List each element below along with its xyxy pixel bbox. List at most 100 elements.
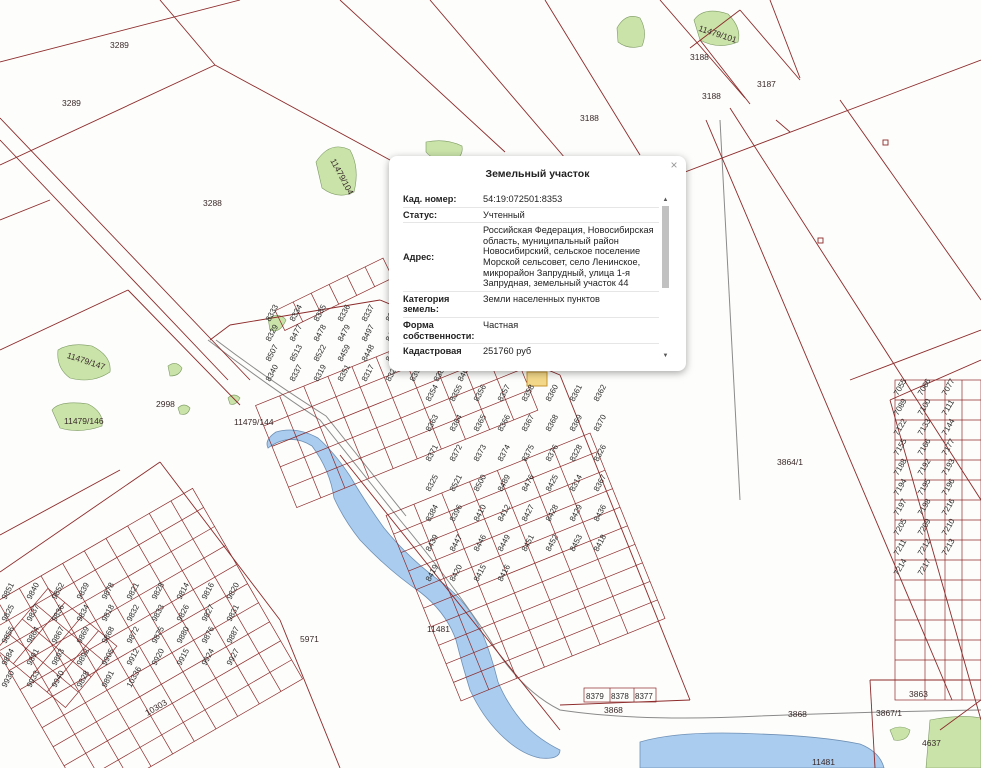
parcel-number-label: 8420: [448, 563, 465, 583]
parcel-number-label: 8371: [424, 443, 441, 463]
property-row-cadastral-number: Кад. номер: 54:19:072501:8353: [403, 192, 659, 208]
popup-scrollbar[interactable]: ▲ ▼: [661, 196, 670, 360]
close-icon[interactable]: ×: [668, 158, 680, 172]
parcel-number-label: 9825: [0, 603, 16, 623]
parcel-number-label: 8489: [496, 473, 513, 493]
parcel-number-label: 8355: [448, 383, 465, 403]
parcel-number-label: 8415: [472, 563, 489, 583]
parcel-number-label: 8337: [360, 303, 377, 323]
property-row-land-category: Категория земель: Земли населенных пункт…: [403, 292, 659, 318]
parcel-number-label: 9856: [0, 625, 16, 645]
parcel-number-label: 9826: [175, 603, 192, 623]
property-key: Кадастровая стоимость:: [403, 346, 462, 360]
parcel-number-label: 8428: [544, 503, 561, 523]
property-value: Российская Федерация, Новосибирская обла…: [483, 225, 654, 289]
parcel-label-8377: 8377: [635, 692, 653, 701]
parcel-label-3868: 3868: [788, 709, 807, 719]
parcel-number-label: 8336: [336, 303, 353, 323]
scroll-down-icon[interactable]: ▼: [661, 352, 670, 360]
parcel-number-label: 8410: [472, 503, 489, 523]
parcel-number-label: 8357: [496, 383, 513, 403]
parcel-label-3288: 3288: [203, 198, 222, 208]
parcel-number-label: 9828: [75, 669, 92, 689]
popup-properties-table[interactable]: Кад. номер: 54:19:072501:8353 Статус: Уч…: [403, 192, 659, 360]
parcel-number-label: 9836: [50, 603, 67, 623]
parcel-label-3187: 3187: [757, 79, 776, 89]
property-key: Статус:: [403, 209, 438, 220]
parcel-number-label: 8374: [496, 443, 513, 463]
parcel-number-label: 8416: [496, 563, 513, 583]
parcel-number-label: 8522: [312, 343, 329, 363]
parcel-number-label: 9893: [50, 647, 67, 667]
land-plot-popup[interactable]: Земельный участок × Кад. номер: 54:19:07…: [389, 156, 686, 371]
parcel-number-label: 8367: [520, 413, 537, 433]
parcel-number-label: 9887: [225, 625, 242, 645]
parcel-label-8378: 8378: [611, 692, 629, 701]
parcel-number-label: 9851: [0, 581, 16, 601]
property-row-cadastral-value: Кадастровая стоимость: 251760 руб: [403, 344, 659, 360]
parcel-number-label: 8448: [360, 343, 377, 363]
property-key: Форма собственности:: [403, 319, 475, 341]
parcel-number-label: 9831: [225, 603, 242, 623]
parcel-number-label: 8351: [336, 363, 353, 383]
property-row-ownership: Форма собственности: Частная: [403, 318, 659, 345]
cadastral-map[interactable]: 8333833483358336833783328464845883308329…: [0, 0, 981, 768]
parcel-number-label: 8326: [592, 443, 609, 463]
parcel-number-label: 9814: [175, 581, 192, 601]
scroll-up-icon[interactable]: ▲: [661, 196, 670, 204]
parcel-label-2998: 2998: [156, 399, 175, 409]
parcel-number-label: 8477: [288, 323, 305, 343]
vegetation-areas: [51, 10, 981, 768]
parcel-number-label: 9880: [175, 625, 192, 645]
parcel-number-label: 9868: [100, 625, 117, 645]
parcel-number-label: 8384: [424, 503, 441, 523]
parcel-number-label: 8497: [360, 323, 377, 343]
parcel-number-label: 9821: [125, 581, 142, 601]
parcel-label-5971: 5971: [300, 634, 319, 644]
parcel-number-label: 9820: [225, 581, 242, 601]
parcel-label-3289: 3289: [110, 40, 129, 50]
parcel-number-label: 9875: [150, 625, 167, 645]
parcel-label-4637: 4637: [922, 738, 941, 748]
parcel-number-label: 8449: [496, 533, 513, 553]
property-value: Учтенный: [483, 209, 525, 220]
parcel-number-label: 8427: [520, 503, 537, 523]
parcel-number-label: 9828: [150, 581, 167, 601]
parcel-number-label: 8521: [448, 473, 465, 493]
parcel-number-label: 8363: [424, 413, 441, 433]
popup-title: Земельный участок: [485, 168, 590, 180]
parcel-number-label: 10336: [125, 665, 144, 689]
property-value: Частная: [483, 319, 519, 330]
parcel-label-3863: 3863: [909, 689, 928, 699]
parcel-number-label: 8507: [264, 343, 281, 363]
parcel-number-label: 8362: [592, 383, 609, 403]
parcel-number-label: 9837: [25, 603, 42, 623]
parcel-number-label: 9818: [100, 603, 117, 623]
parcel-number-label: 9912: [125, 647, 142, 667]
parcel-number-label: 8337: [288, 363, 305, 383]
parcel-number-label: 8452: [544, 533, 561, 553]
parcel-number-label: 8513: [288, 343, 305, 363]
scrollbar-thumb[interactable]: [662, 206, 669, 288]
parcel-label-10303: 10303: [143, 697, 169, 718]
parcel-number-label: 8476: [520, 473, 537, 493]
parcel-label-3188: 3188: [580, 113, 599, 123]
property-row-address: Адрес: Российская Федерация, Новосибирск…: [403, 223, 659, 292]
parcel-number-label: 8340: [264, 363, 281, 383]
parcel-number-label: 8325: [424, 473, 441, 493]
parcel-label-11479-144: 11479/144: [234, 417, 274, 427]
parcel-number-label: 8368: [544, 413, 561, 433]
parcel-number-label: 8354: [424, 383, 441, 403]
property-value: 54:19:072501:8353: [483, 194, 563, 204]
parcel-number-label: 8451: [520, 533, 537, 553]
parcel-number-label: 9920: [150, 647, 167, 667]
parcel-number-label: 8479: [336, 323, 353, 343]
parcel-number-label: 9878: [100, 581, 117, 601]
parcel-number-label: 8314: [568, 473, 585, 493]
parcel-number-label: 9832: [125, 603, 142, 623]
parcel-number-label: 8317: [360, 363, 377, 383]
selected-parcel[interactable]: [526, 371, 548, 387]
parcel-number-label: 8375: [520, 443, 537, 463]
parcel-label-3867-1: 3867/1: [876, 708, 902, 718]
parcel-number-label: 9876: [200, 625, 217, 645]
